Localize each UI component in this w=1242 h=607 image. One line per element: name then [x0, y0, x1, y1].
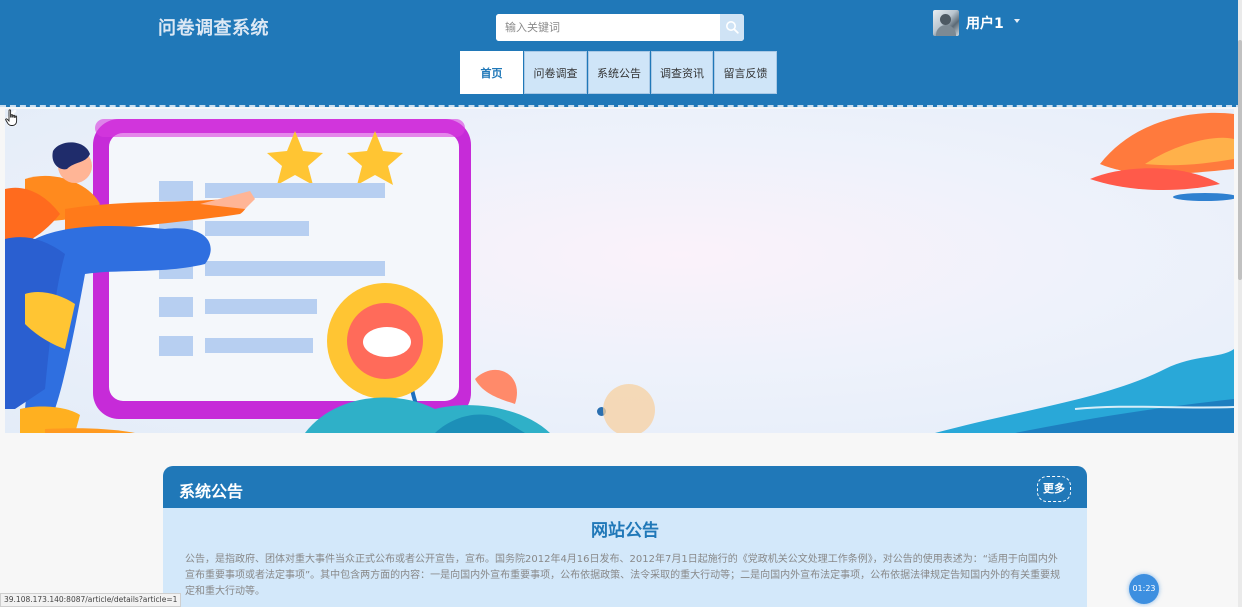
- cursor-highlight: [603, 384, 655, 433]
- nav-item-home[interactable]: 首页: [460, 51, 523, 94]
- nav-item-announcements[interactable]: 系统公告: [588, 51, 650, 94]
- avatar[interactable]: [933, 10, 959, 36]
- caret-down-icon[interactable]: [1014, 19, 1020, 23]
- search-button[interactable]: [720, 14, 744, 41]
- search-icon: [726, 21, 739, 34]
- announcement-panel: 系统公告 更多 网站公告 公告，是指政府、团体对重大事件当众正式公布或者公开宣告…: [163, 466, 1087, 607]
- panel-title: 系统公告: [179, 482, 244, 501]
- nav-item-feedback[interactable]: 留言反馈: [714, 51, 777, 94]
- panel-header: 系统公告 更多: [163, 466, 1087, 508]
- search-box: [496, 14, 744, 41]
- more-button[interactable]: 更多: [1037, 476, 1071, 502]
- nav-item-survey[interactable]: 问卷调查: [524, 51, 587, 94]
- main-nav: 首页 问卷调查 系统公告 调查资讯 留言反馈: [460, 51, 778, 94]
- status-bar-url: 39.108.173.140:8087/article/details?arti…: [0, 593, 182, 607]
- nav-item-news[interactable]: 调查资讯: [651, 51, 713, 94]
- banner-carousel[interactable]: [5, 109, 1234, 433]
- search-input[interactable]: [496, 14, 720, 41]
- site-header: 问卷调查系统 用户1 首页 问卷调查 系统公告 调查资讯 留言反馈: [0, 0, 1242, 107]
- article-body: 公告，是指政府、团体对重大事件当众正式公布或者公开宣告，宣布。国务院2012年4…: [185, 554, 1061, 597]
- hand-cursor-icon: [5, 109, 18, 126]
- article-title[interactable]: 网站公告: [163, 516, 1087, 541]
- scrollbar-thumb[interactable]: [1238, 40, 1242, 280]
- user-name[interactable]: 用户1: [966, 13, 1004, 33]
- banner-illustration: [5, 112, 1234, 433]
- timer-badge[interactable]: 01:23: [1129, 574, 1159, 604]
- site-title[interactable]: 问卷调查系统: [158, 14, 269, 40]
